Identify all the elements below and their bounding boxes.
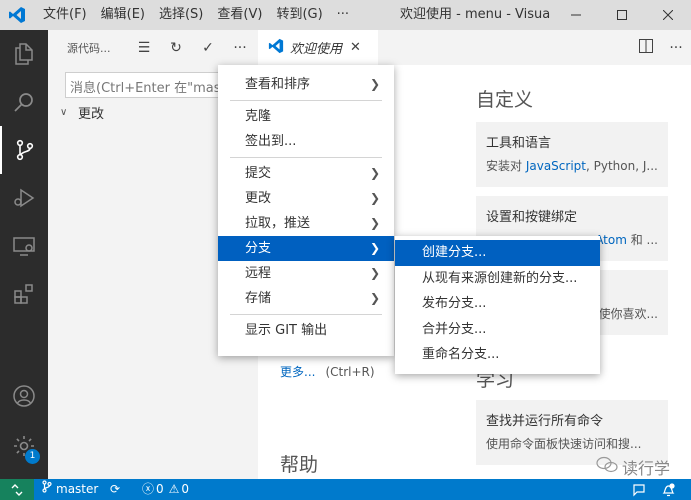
close-icon[interactable]: ✕ bbox=[350, 40, 361, 55]
refresh-icon[interactable]: ↻ bbox=[160, 40, 192, 56]
chevron-right-icon: ❯ bbox=[369, 241, 380, 255]
menu-bar: 文件(F) 编辑(E) 选择(S) 查看(V) 转到(G) ··· bbox=[34, 0, 356, 30]
sidebar-title: 源代码... bbox=[67, 41, 111, 55]
submenu-item-merge-branch[interactable]: 合并分支... bbox=[395, 317, 600, 343]
extensions-icon[interactable] bbox=[0, 270, 48, 318]
help-heading: 帮助 bbox=[280, 454, 319, 476]
card-tools-languages[interactable]: 工具和语言 安装对 JavaScript, Python, J... bbox=[476, 122, 668, 187]
submenu-item-publish-branch[interactable]: 发布分支... bbox=[395, 291, 600, 317]
more-link[interactable]: 更多... bbox=[280, 365, 315, 379]
menu-item-view-sort[interactable]: 查看和排序 ❯ bbox=[218, 72, 394, 97]
window-title: 欢迎使用 - menu - Visual ... bbox=[400, 7, 550, 22]
menu-item-changes[interactable]: 更改 ❯ bbox=[218, 186, 394, 211]
warning-count: 0 bbox=[181, 482, 190, 496]
menu-item-branch[interactable]: 分支 ❯ bbox=[218, 236, 394, 261]
menu-go[interactable]: 转到(G) bbox=[269, 0, 329, 30]
menu-file[interactable]: 文件(F) bbox=[34, 0, 94, 30]
branch-submenu: 创建分支... 从现有来源创建新的分支... 发布分支... 合并分支... 重… bbox=[395, 236, 600, 374]
run-debug-icon[interactable] bbox=[0, 174, 48, 222]
commit-check-icon[interactable]: ✓ bbox=[192, 40, 224, 56]
menu-selection[interactable]: 选择(S) bbox=[152, 0, 210, 30]
manage-gear-icon[interactable]: 1 bbox=[0, 422, 48, 470]
menu-item-checkout[interactable]: 签出到... bbox=[218, 129, 394, 154]
menu-item-stash[interactable]: 存储 ❯ bbox=[218, 286, 394, 311]
close-window-button[interactable] bbox=[645, 0, 691, 30]
menu-view[interactable]: 查看(V) bbox=[210, 0, 269, 30]
menu-item-commit[interactable]: 提交 ❯ bbox=[218, 161, 394, 186]
notification-badge: 1 bbox=[25, 449, 40, 464]
status-bar: master ⟳ ⓧ 0 ⚠ 0 bbox=[0, 479, 691, 500]
menu-item-clone[interactable]: 克隆 bbox=[218, 104, 394, 129]
editor-tab-bar: 欢迎使用 ✕ ··· bbox=[258, 30, 691, 65]
menu-separator bbox=[230, 157, 382, 158]
chevron-right-icon: ❯ bbox=[369, 291, 380, 305]
card-desc: 安装对 JavaScript, Python, J... bbox=[486, 159, 658, 173]
menu-item-show-git-output[interactable]: 显示 GIT 输出 bbox=[218, 318, 394, 343]
menu-edit[interactable]: 编辑(E) bbox=[94, 0, 152, 30]
submenu-item-create-branch-from[interactable]: 从现有来源创建新的分支... bbox=[395, 266, 600, 292]
more-recent-row: 更多... (Ctrl+R) bbox=[280, 363, 375, 380]
chevron-right-icon: ❯ bbox=[369, 191, 380, 205]
menu-separator bbox=[230, 314, 382, 315]
menu-item-remote[interactable]: 远程 ❯ bbox=[218, 261, 394, 286]
activity-bar: 1 bbox=[0, 30, 48, 479]
watermark-text: 读行学 bbox=[622, 459, 671, 478]
remote-explorer-icon[interactable] bbox=[0, 222, 48, 270]
vscode-logo-icon bbox=[0, 0, 34, 30]
more-shortcut: (Ctrl+R) bbox=[325, 365, 375, 379]
chevron-right-icon: ❯ bbox=[369, 77, 380, 91]
search-icon[interactable] bbox=[0, 78, 48, 126]
vscode-tab-icon bbox=[268, 38, 284, 58]
watermark: 读行学 bbox=[596, 455, 670, 479]
menu-item-pull-push[interactable]: 拉取，推送 ❯ bbox=[218, 211, 394, 236]
card-title: 查找并运行所有命令 bbox=[486, 414, 604, 429]
chevron-right-icon: ❯ bbox=[369, 166, 380, 180]
javascript-link[interactable]: JavaScript bbox=[526, 159, 586, 173]
minimize-button[interactable] bbox=[553, 0, 599, 30]
notifications-bell-icon[interactable] bbox=[662, 479, 675, 500]
view-as-tree-icon[interactable]: ☰ bbox=[128, 40, 160, 56]
explorer-icon[interactable] bbox=[0, 30, 48, 78]
branch-icon bbox=[42, 479, 52, 500]
card-title: 工具和语言 bbox=[486, 136, 552, 151]
changes-group[interactable]: ∨ 更改 bbox=[60, 102, 104, 122]
chevron-right-icon: ❯ bbox=[369, 216, 380, 230]
source-control-more-menu: 查看和排序 ❯ 克隆 签出到... 提交 ❯ 更改 ❯ 拉取，推送 ❯ 分支 ❯ 远程 ❯ … bbox=[218, 65, 394, 356]
split-editor-icon[interactable] bbox=[631, 38, 661, 57]
remote-indicator-icon[interactable] bbox=[0, 479, 34, 500]
wechat-icon bbox=[596, 456, 618, 478]
menu-separator bbox=[230, 100, 382, 101]
submenu-item-rename-branch[interactable]: 重命名分支... bbox=[395, 342, 600, 368]
card-title: 设置和按键绑定 bbox=[486, 210, 578, 225]
customize-heading: 自定义 bbox=[476, 89, 534, 111]
chevron-right-icon: ❯ bbox=[369, 266, 380, 280]
source-control-icon[interactable] bbox=[0, 126, 48, 174]
card-desc: 使用命令面板快速访问和搜... bbox=[486, 437, 642, 451]
error-count: 0 bbox=[156, 482, 164, 496]
problems-indicator[interactable]: ⓧ 0 ⚠ 0 bbox=[142, 479, 189, 500]
sync-icon[interactable]: ⟳ bbox=[110, 479, 120, 500]
feedback-icon[interactable] bbox=[632, 479, 646, 500]
error-icon: ⓧ bbox=[142, 482, 155, 496]
more-actions-icon[interactable]: ··· bbox=[661, 40, 691, 56]
more-actions-icon[interactable]: ··· bbox=[224, 40, 256, 56]
chevron-down-icon: ∨ bbox=[60, 106, 68, 118]
menu-more[interactable]: ··· bbox=[330, 0, 356, 30]
title-bar: 文件(F) 编辑(E) 选择(S) 查看(V) 转到(G) ··· 欢迎使用 -… bbox=[0, 0, 691, 30]
account-icon[interactable] bbox=[0, 372, 48, 420]
maximize-button[interactable] bbox=[599, 0, 645, 30]
tab-label: 欢迎使用 bbox=[290, 42, 343, 57]
tab-welcome[interactable]: 欢迎使用 ✕ bbox=[258, 30, 378, 65]
submenu-item-create-branch[interactable]: 创建分支... bbox=[395, 240, 600, 266]
branch-name: master bbox=[56, 482, 99, 496]
warning-icon: ⚠ bbox=[168, 482, 180, 496]
changes-label: 更改 bbox=[78, 106, 105, 122]
branch-indicator[interactable]: master bbox=[42, 479, 98, 500]
